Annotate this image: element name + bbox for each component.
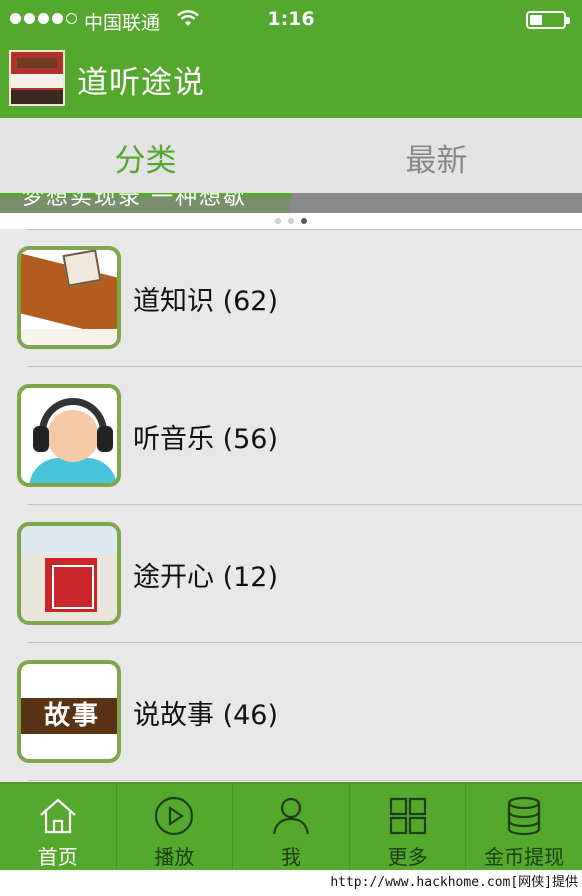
app-screen: 中国联通 1:16 道听途说 分类 最新 梦想实现录 一种想歇 道知识 (62)… <box>0 0 582 896</box>
bottom-tab-bar: 首页 播放 我 更多 金币提现 <box>0 782 582 870</box>
nav-me[interactable]: 我 <box>233 784 350 870</box>
play-icon <box>155 796 194 836</box>
grid-icon <box>389 797 426 835</box>
page-title: 道听途说 <box>77 65 205 101</box>
banner-page-indicator <box>0 213 582 229</box>
page-dot-active <box>301 218 307 224</box>
coins-icon <box>508 796 541 836</box>
nav-withdraw[interactable]: 金币提现 <box>466 784 582 870</box>
list-item-fun[interactable]: 途开心 (12) <box>0 505 582 643</box>
nav-withdraw-label: 金币提现 <box>484 845 565 869</box>
list-item-music[interactable]: 听音乐 (56) <box>0 367 582 505</box>
nav-play[interactable]: 播放 <box>117 784 234 870</box>
battery-icon <box>526 11 570 29</box>
title-bar: 道听途说 <box>0 40 582 118</box>
user-icon <box>272 797 310 835</box>
page-dot <box>288 218 294 224</box>
list-item-label: 听音乐 (56) <box>133 424 279 455</box>
history-scroll-icon <box>17 246 121 349</box>
nav-play-label: 播放 <box>154 845 195 869</box>
status-time: 1:16 <box>267 8 315 30</box>
baby-headphones-icon <box>17 384 121 487</box>
home-icon <box>40 798 76 834</box>
banner-caption: 梦想实现录 一种想歇 <box>22 193 247 210</box>
page-dot <box>275 218 281 224</box>
category-tabs: 分类 最新 <box>0 118 582 196</box>
list-item-stories[interactable]: 故事 说故事 (46) <box>0 643 582 781</box>
nav-home[interactable]: 首页 <box>0 784 117 870</box>
tab-category[interactable]: 分类 <box>0 118 291 196</box>
list-item-label: 道知识 (62) <box>133 286 279 317</box>
list-item-knowledge[interactable]: 道知识 (62) <box>0 229 582 367</box>
app-logo <box>9 50 65 106</box>
nav-more[interactable]: 更多 <box>350 784 467 870</box>
nav-more-label: 更多 <box>387 845 428 869</box>
watermark: http://www.hackhome.com[网侠]提供 <box>0 870 582 896</box>
list-item-label: 说故事 (46) <box>133 700 279 731</box>
story-sign-icon: 故事 <box>17 660 121 763</box>
tab-latest[interactable]: 最新 <box>291 118 582 196</box>
story-sign-text: 故事 <box>43 701 100 731</box>
happy-station-icon <box>17 522 121 625</box>
banner-carousel[interactable]: 梦想实现录 一种想歇 <box>0 193 582 213</box>
category-list: 道知识 (62) 听音乐 (56) 途开心 (12) 故事 说故事 (46) <box>0 229 582 781</box>
status-bar: 中国联通 1:16 <box>0 0 582 40</box>
list-item-label: 途开心 (12) <box>133 562 279 593</box>
nav-me-label: 我 <box>280 845 301 869</box>
nav-home-label: 首页 <box>37 845 78 869</box>
